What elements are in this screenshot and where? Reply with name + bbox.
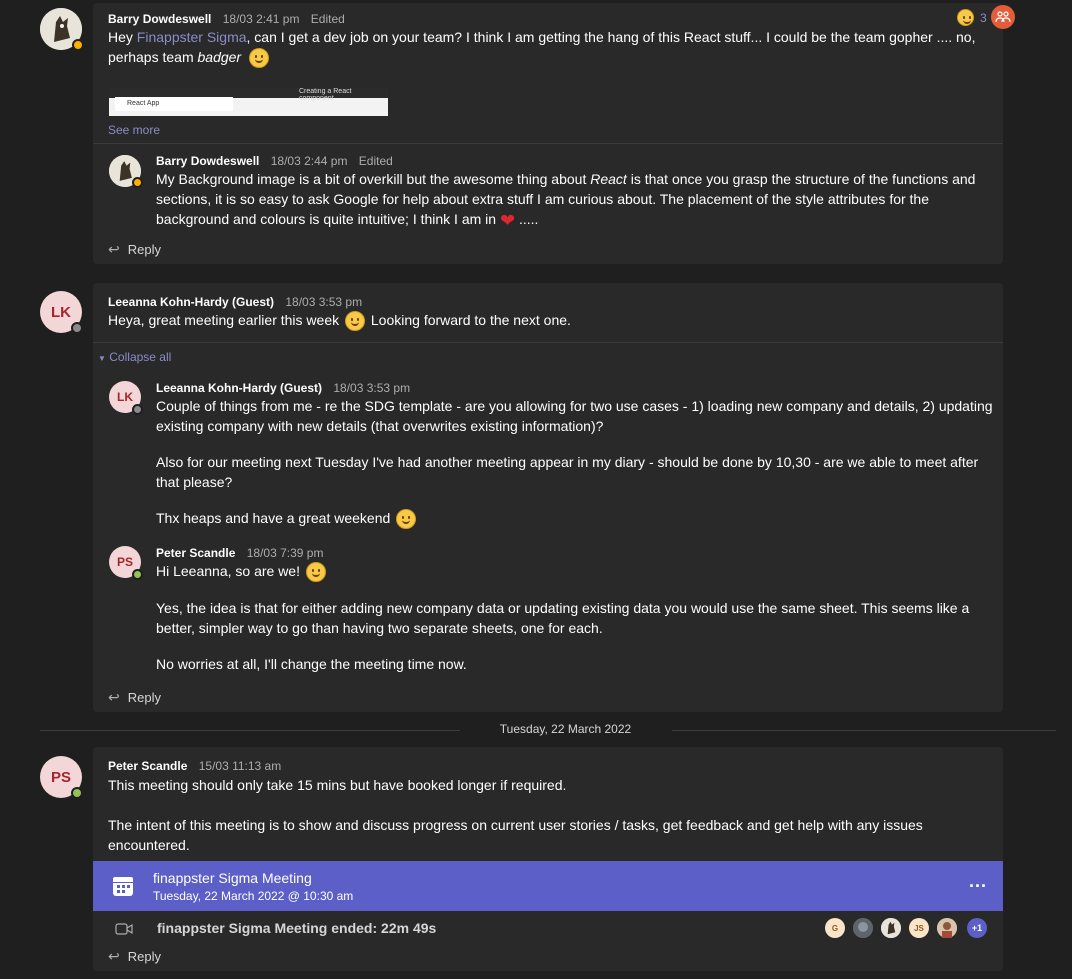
- author-name[interactable]: Peter Scandle: [156, 546, 235, 560]
- reply-button[interactable]: ↩ Reply: [108, 948, 161, 965]
- date-separator: Tuesday, 22 March 2022: [499, 722, 632, 736]
- edited-label: Edited: [358, 154, 393, 168]
- more-participants-badge[interactable]: +1: [967, 918, 987, 938]
- presence-away-icon: [132, 177, 143, 188]
- image-preview[interactable]: React App Creating a React component: [109, 88, 388, 116]
- laugh-emoji-icon: [957, 9, 974, 26]
- message-body: Heya, great meeting earlier this week Lo…: [108, 310, 571, 332]
- presence-offline-icon: [71, 322, 83, 334]
- thread-peter: Peter Scandle 15/03 11:13 am This meetin…: [93, 747, 1003, 971]
- timestamp: 18/03 7:39 pm: [246, 546, 324, 560]
- preview-tab: React App: [115, 97, 233, 111]
- video-icon: [115, 922, 133, 938]
- timestamp: 18/03 2:44 pm: [270, 154, 348, 168]
- message-header: Leeanna Kohn-Hardy (Guest) 18/03 3:53 pm: [108, 295, 362, 309]
- author-name[interactable]: Leeanna Kohn-Hardy (Guest): [108, 295, 274, 309]
- timestamp: 15/03 11:13 am: [198, 759, 282, 773]
- team-icon[interactable]: [991, 5, 1015, 29]
- heart-icon: ❤: [499, 210, 516, 231]
- reply-body: Couple of things from me - re the SDG te…: [156, 396, 996, 530]
- author-name[interactable]: Barry Dowdeswell: [156, 154, 259, 168]
- meeting-time: Tuesday, 22 March 2022 @ 10:30 am: [153, 889, 354, 903]
- reply-header: Barry Dowdeswell 18/03 2:44 pm Edited: [156, 154, 393, 168]
- more-options-button[interactable]: ...: [969, 871, 987, 892]
- author-name[interactable]: Leeanna Kohn-Hardy (Guest): [156, 381, 322, 395]
- meeting-title[interactable]: finappster Sigma Meeting: [153, 870, 312, 886]
- meeting-card[interactable]: finappster Sigma Meeting Tuesday, 22 Mar…: [93, 861, 1003, 911]
- mention-finappster[interactable]: Finappster Sigma: [137, 29, 247, 45]
- smile-emoji-icon: [345, 311, 365, 332]
- reactions[interactable]: 3: [955, 9, 987, 26]
- reaction-count: 3: [980, 10, 987, 25]
- reply-button[interactable]: ↩ Reply: [108, 241, 161, 258]
- message-header: Peter Scandle 15/03 11:13 am: [108, 759, 281, 773]
- reply-button[interactable]: ↩ Reply: [108, 689, 161, 706]
- presence-offline-icon: [132, 404, 143, 415]
- smile-emoji-icon: [396, 509, 417, 530]
- collapse-all-link[interactable]: ▼ Collapse all: [98, 350, 171, 364]
- message-body: This meeting should only take 15 mins bu…: [108, 777, 923, 853]
- chevron-down-icon: ▼: [98, 354, 106, 363]
- calendar-icon: [112, 875, 134, 900]
- meeting-ended-text: finappster Sigma Meeting ended: 22m 49s: [157, 920, 437, 936]
- timestamp: 18/03 3:53 pm: [333, 381, 411, 395]
- reply-body: Hi Leeanna, so are we! Yes, the idea is …: [156, 562, 970, 673]
- divider: [93, 143, 1003, 144]
- message-header: Barry Dowdeswell 18/03 2:41 pm Edited: [108, 12, 345, 26]
- reply-body: My Background image is a bit of overkill…: [156, 171, 976, 231]
- presence-away-icon: [72, 39, 84, 51]
- presence-available-icon: [71, 787, 83, 799]
- author-name[interactable]: Barry Dowdeswell: [108, 12, 211, 26]
- message-body: Hey Finappster Sigma, can I get a dev jo…: [108, 27, 988, 69]
- reply-icon: ↩: [108, 241, 120, 257]
- participant-avatar[interactable]: [937, 918, 957, 938]
- participant-avatar[interactable]: G: [825, 918, 845, 938]
- timestamp: 18/03 3:53 pm: [285, 295, 363, 309]
- reply-icon: ↩: [108, 689, 120, 705]
- presence-available-icon: [132, 569, 143, 580]
- see-more-link[interactable]: See more: [108, 123, 160, 137]
- thread-barry: Barry Dowdeswell 18/03 2:41 pm Edited 3 …: [93, 3, 1015, 264]
- reply-header: Peter Scandle 18/03 7:39 pm: [156, 546, 323, 560]
- date-divider-line: [40, 730, 460, 731]
- timestamp: 18/03 2:41 pm: [222, 12, 300, 26]
- author-name[interactable]: Peter Scandle: [108, 759, 187, 773]
- reply-header: Leeanna Kohn-Hardy (Guest) 18/03 3:53 pm: [156, 381, 410, 395]
- preview-tab-2: Creating a React component: [299, 88, 352, 102]
- date-divider-line: [672, 730, 1056, 731]
- edited-label: Edited: [310, 12, 345, 26]
- smile-emoji-icon: [305, 562, 326, 583]
- participant-avatar[interactable]: JS: [909, 918, 929, 938]
- thread-leeanna: Leeanna Kohn-Hardy (Guest) 18/03 3:53 pm…: [93, 283, 1003, 712]
- participant-avatar[interactable]: [853, 918, 873, 938]
- reply-icon: ↩: [108, 948, 120, 964]
- wink-emoji-icon: [248, 48, 269, 69]
- participant-avatar[interactable]: [881, 918, 901, 938]
- divider: [93, 342, 1003, 343]
